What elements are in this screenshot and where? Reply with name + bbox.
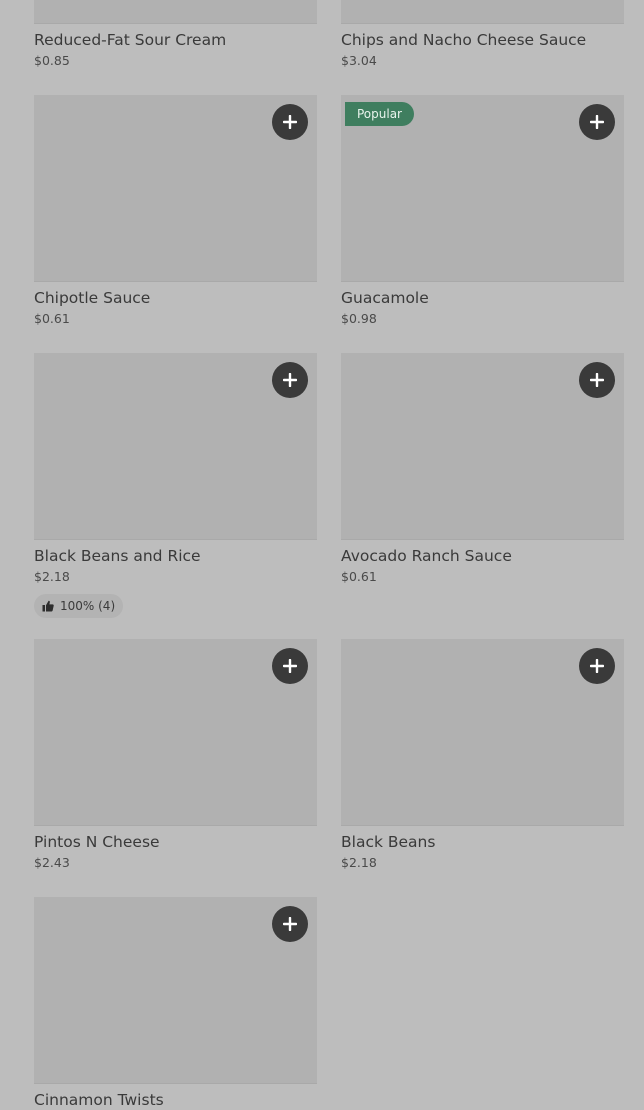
thumbs-up-icon [42,600,54,612]
add-to-cart-button[interactable] [579,104,615,140]
plus-icon [283,917,297,931]
item-image[interactable] [34,0,317,24]
item-image[interactable] [34,639,317,826]
item-price: $0.61 [34,311,70,326]
item-price: $2.18 [341,855,377,870]
plus-icon [590,659,604,673]
item-name: Black Beans [341,833,436,851]
add-to-cart-button[interactable] [579,362,615,398]
plus-icon [590,373,604,387]
item-image[interactable] [34,353,317,540]
menu-item-card[interactable]: Black Beans $2.18 [341,639,624,871]
item-name: Cinnamon Twists [34,1091,164,1109]
item-image[interactable] [34,95,317,282]
item-name: Reduced-Fat Sour Cream [34,31,227,49]
item-name: Chips and Nacho Cheese Sauce [341,31,587,49]
menu-item-card[interactable]: Chipotle Sauce $0.61 [34,95,317,327]
item-price: $2.18 [34,569,70,584]
add-to-cart-button[interactable] [272,648,308,684]
item-image[interactable]: Popular [341,95,624,282]
plus-icon [283,659,297,673]
item-price: $0.61 [341,569,377,584]
plus-icon [590,115,604,129]
plus-icon [283,115,297,129]
menu-item-card[interactable]: Reduced-Fat Sour Cream $0.85 [34,0,317,69]
item-name: Avocado Ranch Sauce [341,547,512,565]
plus-icon [283,373,297,387]
item-image[interactable] [341,639,624,826]
add-to-cart-button[interactable] [579,648,615,684]
popular-badge: Popular [345,102,414,126]
rating-text: 100% (4) [60,599,116,613]
menu-item-card[interactable]: Pintos N Cheese $2.43 [34,639,317,871]
item-price: $0.85 [34,53,70,68]
add-to-cart-button[interactable] [272,104,308,140]
item-image[interactable] [341,0,624,24]
item-price: $2.43 [34,855,70,870]
menu-item-card[interactable]: Cinnamon Twists [34,897,317,1110]
add-to-cart-button[interactable] [272,362,308,398]
item-name: Chipotle Sauce [34,289,151,307]
item-price: $3.04 [341,53,377,68]
item-price: $0.98 [341,311,377,326]
item-name: Guacamole [341,289,429,307]
rating-badge: 100% (4) [34,594,124,618]
menu-item-card[interactable]: Black Beans and Rice $2.18 100% (4) [34,353,317,618]
menu-item-card[interactable]: Avocado Ranch Sauce $0.61 [341,353,624,585]
add-to-cart-button[interactable] [272,906,308,942]
item-name: Pintos N Cheese [34,833,160,851]
item-name: Black Beans and Rice [34,547,201,565]
menu-item-card[interactable]: Chips and Nacho Cheese Sauce $3.04 [341,0,624,69]
menu-item-card[interactable]: Popular Guacamole $0.98 [341,95,624,327]
item-image[interactable] [34,897,317,1084]
item-image[interactable] [341,353,624,540]
